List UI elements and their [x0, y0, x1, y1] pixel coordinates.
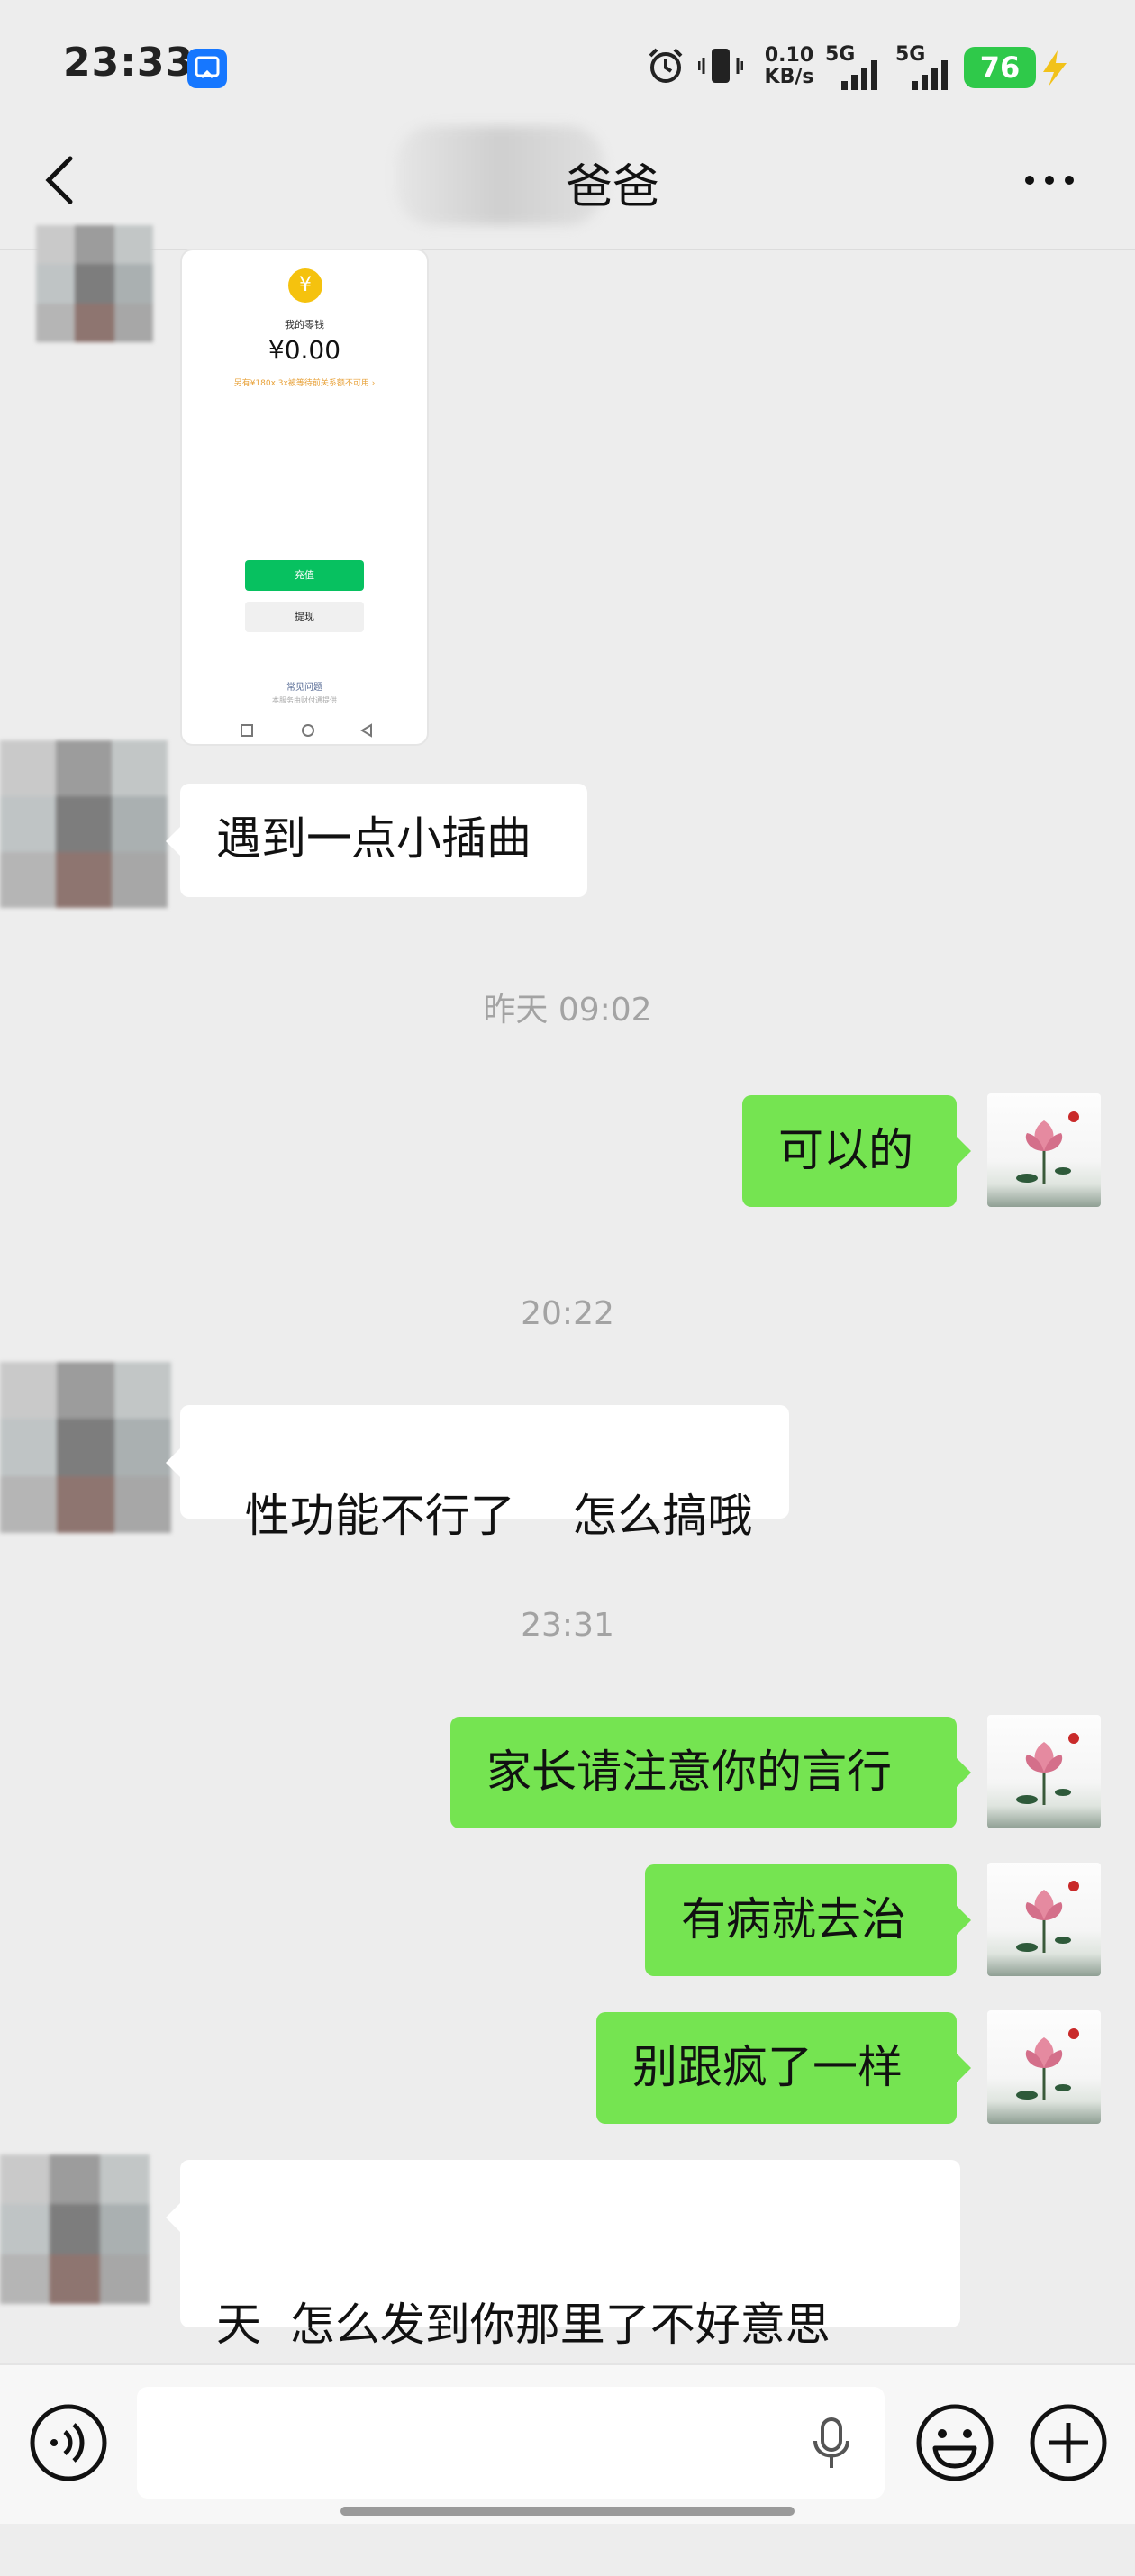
signal-icon: [910, 59, 953, 94]
voice-icon: [30, 2404, 107, 2481]
wallet-notice: 另有¥180x.3x被等待前关系额不可用 ›: [233, 379, 376, 388]
contact-avatar[interactable]: [0, 1362, 171, 1533]
bubble-tail: [166, 1448, 180, 1477]
my-avatar[interactable]: [987, 1863, 1101, 1976]
message-bubble[interactable]: 天 怎么发到你那里了不好意思 发错: [180, 2160, 960, 2518]
bubble-tail: [957, 1906, 971, 1935]
bubble-tail: [957, 2054, 971, 2082]
message-text: 家长请注意你的言行: [486, 1746, 892, 1798]
chevron-left-icon: [45, 156, 73, 204]
android-nav-icons: [236, 722, 380, 742]
faq-link: 常见问题: [286, 683, 322, 693]
chat-title: 爸爸: [565, 160, 659, 214]
wallet-balance: ¥0.00: [268, 335, 341, 365]
message-text: 天 怎么发到你那里了不好意思: [216, 2299, 831, 2351]
lotus-icon: [1016, 1111, 1079, 1184]
timestamp: 23:31: [521, 1607, 614, 1644]
timestamp: 20:22: [521, 1295, 614, 1332]
status-time: 23:33: [63, 40, 195, 86]
wallet-label: 我的零钱: [285, 319, 324, 331]
voice-button[interactable]: [27, 2401, 110, 2488]
footer-note: 本服务由财付通提供: [272, 696, 337, 704]
recharge-button: 充值: [245, 560, 364, 591]
message-text: 有病就去治: [681, 1893, 906, 1946]
bubble-tail: [166, 827, 180, 856]
net-speed-value: 0.10: [764, 44, 814, 67]
battery-level: 76: [979, 50, 1021, 85]
header-divider: [0, 249, 1135, 250]
alarm-icon: [645, 45, 686, 90]
app-icon: [187, 49, 227, 88]
message-bubble[interactable]: 别跟疯了一样: [596, 2012, 957, 2124]
withdraw-button: 提现: [245, 602, 364, 632]
net-speed-unit: KB/s: [764, 66, 814, 88]
bubble-tail: [957, 1137, 971, 1166]
plus-button[interactable]: [1027, 2401, 1110, 2488]
emoji-button[interactable]: [913, 2401, 996, 2488]
message-input[interactable]: [137, 2387, 885, 2499]
lotus-icon: [1016, 1733, 1079, 1805]
lotus-icon: [1016, 2028, 1079, 2100]
message-bubble[interactable]: 有病就去治: [645, 1864, 957, 1976]
more-button[interactable]: [1018, 162, 1081, 198]
bubble-tail: [166, 2203, 180, 2232]
message-text: 别跟疯了一样: [632, 2041, 903, 2093]
battery-icon: 76: [964, 47, 1036, 88]
message-bubble[interactable]: 遇到一点小插曲: [180, 784, 587, 897]
home-indicator[interactable]: [340, 2507, 794, 2516]
more-dots-icon: [1025, 176, 1074, 185]
contact-avatar[interactable]: [0, 740, 168, 908]
back-button[interactable]: [36, 144, 90, 216]
my-avatar[interactable]: [987, 2010, 1101, 2124]
message-text: 性功能不行了 怎么搞哦: [244, 1490, 753, 1542]
bubble-tail: [957, 1758, 971, 1787]
message-text: 可以的: [778, 1124, 913, 1176]
coin-icon: ¥: [288, 268, 322, 303]
emoji-icon: [916, 2404, 994, 2481]
vibrate-icon: [697, 45, 744, 90]
my-avatar[interactable]: [987, 1093, 1101, 1207]
message-bubble[interactable]: 可以的: [742, 1095, 957, 1207]
contact-avatar[interactable]: [36, 225, 153, 342]
my-avatar[interactable]: [987, 1715, 1101, 1828]
plus-icon: [1030, 2404, 1107, 2481]
net-speed: 0.10 KB/s: [760, 45, 818, 88]
microphone-icon[interactable]: [809, 2416, 854, 2470]
signal-icon: [840, 59, 883, 94]
lotus-icon: [1016, 1881, 1079, 1953]
message-text: 遇到一点小插曲: [216, 812, 531, 865]
contact-avatar[interactable]: [0, 2154, 150, 2304]
message-bubble[interactable]: 家长请注意你的言行: [450, 1717, 957, 1828]
shared-image[interactable]: ¥ 我的零钱 ¥0.00 另有¥180x.3x被等待前关系额不可用 › 充值 提…: [180, 249, 429, 746]
charging-icon: [1038, 49, 1070, 92]
message-bubble[interactable]: 性功能不行了 怎么搞哦: [180, 1405, 789, 1542]
timestamp: 昨天 09:02: [483, 992, 652, 1029]
